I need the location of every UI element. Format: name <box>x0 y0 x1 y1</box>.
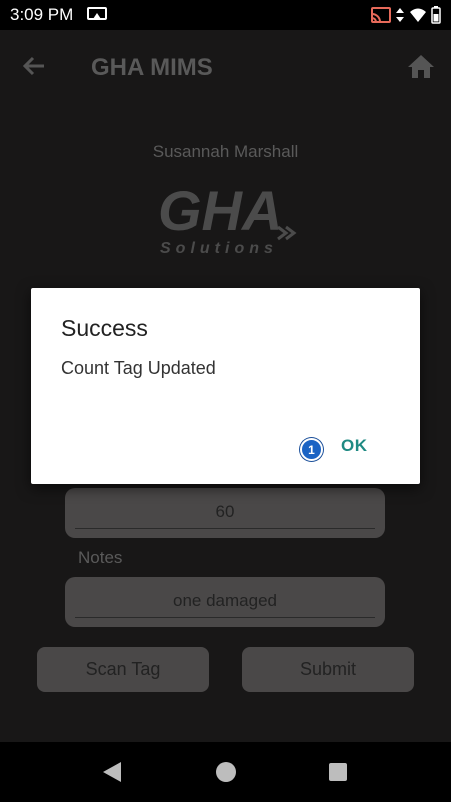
quantity-value: 60 <box>215 502 235 521</box>
arrow-left-icon[interactable] <box>20 52 48 80</box>
success-dialog: Success Count Tag Updated 1 OK <box>31 288 420 484</box>
notes-label: Notes <box>78 548 123 567</box>
svg-text:Solutions: Solutions <box>160 240 278 257</box>
battery-icon <box>431 6 441 24</box>
home-icon[interactable] <box>406 52 436 80</box>
dialog-message: Count Tag Updated <box>61 358 216 378</box>
wifi-icon <box>410 8 426 22</box>
submit-button[interactable]: Submit <box>242 647 414 692</box>
scan-tag-button[interactable]: Scan Tag <box>37 647 209 692</box>
user-name: Susannah Marshall <box>152 142 299 161</box>
system-nav-bar <box>0 742 451 802</box>
ok-button[interactable]: OK <box>341 436 368 456</box>
field-underline <box>75 617 375 618</box>
notes-field[interactable]: one damaged <box>65 577 385 627</box>
page-title: GHA MIMS <box>91 54 213 81</box>
nav-home-icon[interactable] <box>216 762 236 782</box>
status-time: 3:09 PM <box>10 5 74 24</box>
dialog-title: Success <box>61 315 148 341</box>
status-bar: 3:09 PM <box>0 0 451 30</box>
app-toolbar: GHA MIMS <box>0 30 451 102</box>
notes-value: one damaged <box>173 591 277 610</box>
data-arrows-icon <box>396 8 404 22</box>
nav-back-icon[interactable] <box>102 761 122 783</box>
svg-text:GHA: GHA <box>158 179 282 242</box>
nav-recents-icon[interactable] <box>329 763 347 781</box>
step-badge: 1 <box>300 438 323 461</box>
cast-icon <box>371 7 391 23</box>
screen-share-icon <box>87 7 108 20</box>
gha-logo: GHA Solutions <box>158 179 297 257</box>
quantity-field[interactable]: 60 <box>65 488 385 538</box>
field-underline <box>75 528 375 529</box>
